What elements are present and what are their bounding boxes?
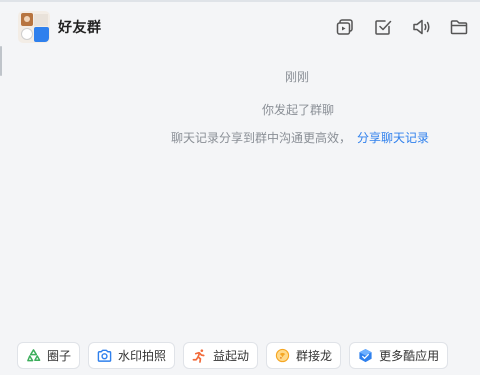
running-person-icon [192,348,207,363]
screen-share-icon[interactable] [334,16,356,38]
recycle-circle-icon [26,348,41,363]
system-message-share: 聊天记录分享到群中沟通更高效， 分享聊天记录 [171,129,429,146]
system-message-created: 你发起了群聊 [262,103,335,117]
resize-handle[interactable] [0,46,2,76]
camera-icon [97,348,112,363]
app-label: 圈子 [47,349,72,363]
app-label: 益起动 [213,349,250,363]
avatar-tile [21,13,33,26]
share-hint-text: 聊天记录分享到群中沟通更高效， [171,131,352,145]
avatar-tile [34,14,48,26]
app-circle-button[interactable]: 圈子 [17,342,81,369]
folder-icon[interactable] [448,16,470,38]
group-avatar[interactable] [18,11,50,43]
app-watermark-camera-button[interactable]: 水印拍照 [88,342,176,369]
app-bar: 圈子 水印拍照 益起动 群接龙 更多酷应用 [17,342,449,369]
share-chat-history-link[interactable]: 分享聊天记录 [357,131,429,145]
app-cube-icon [358,348,373,363]
chat-title[interactable]: 好友群 [58,17,102,37]
chat-header: 好友群 [0,2,480,48]
speaker-icon[interactable] [410,16,432,38]
dragon-emoji-icon [275,348,290,363]
app-label: 群接龙 [296,349,333,363]
task-check-icon[interactable] [372,16,394,38]
app-label: 更多酷应用 [379,349,440,363]
avatar-tile [21,28,33,40]
avatar-tile [34,27,49,42]
message-timestamp: 刚刚 [285,70,310,84]
app-more-apps-button[interactable]: 更多酷应用 [349,342,449,369]
header-toolbar [334,16,470,38]
app-label: 水印拍照 [118,349,167,363]
app-group-relay-button[interactable]: 群接龙 [266,342,342,369]
app-charity-run-button[interactable]: 益起动 [183,342,259,369]
